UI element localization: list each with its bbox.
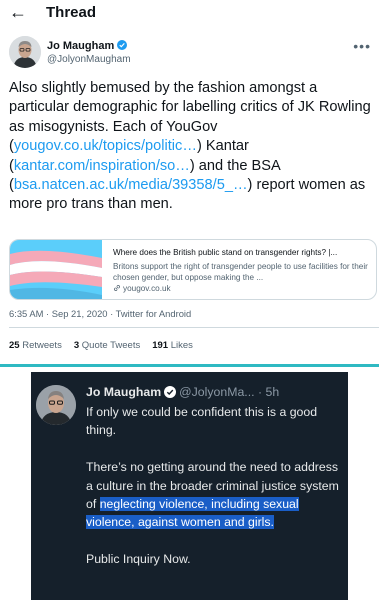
quote-tweets-stat[interactable]: 3 Quote Tweets — [74, 340, 140, 351]
card-title: Where does the British public stand on t… — [113, 248, 338, 257]
verified-icon — [164, 386, 177, 398]
reply-time: · 5h — [257, 385, 280, 399]
thread-header: ← Thread — [0, 0, 379, 26]
reply-paragraph: There’s no getting around the need to ad… — [86, 460, 339, 530]
reply-header: Jo Maugham @JolyonMa... · 5h — [86, 385, 279, 399]
yougov-link[interactable]: yougov.co.uk/topics/politic… — [14, 138, 197, 154]
avatar[interactable] — [36, 385, 76, 425]
tweet-stats: 25 Retweets 3 Quote Tweets 191 Likes — [9, 340, 205, 351]
author-name[interactable]: Jo Maugham — [47, 40, 128, 52]
accent-divider — [0, 364, 379, 367]
more-icon[interactable]: ••• — [353, 38, 371, 54]
divider — [9, 327, 379, 328]
tweet-timestamp[interactable]: 6:35 AM · Sep 21, 2020 · Twitter for And… — [9, 308, 191, 319]
retweets-stat[interactable]: 25 Retweets — [9, 340, 62, 351]
avatar[interactable] — [9, 36, 41, 68]
author-handle[interactable]: @JolyonMaugham — [47, 54, 131, 65]
page-title: Thread — [46, 4, 97, 21]
link-icon — [114, 285, 120, 291]
verified-icon — [117, 40, 128, 50]
author-handle[interactable]: @JolyonMa... — [179, 385, 254, 399]
link-preview-card[interactable]: Where does the British public stand on t… — [9, 239, 377, 300]
card-description: Britons support the right of transgender… — [113, 262, 368, 282]
likes-stat[interactable]: 191 Likes — [152, 340, 193, 351]
reply-screenshot: Jo Maugham @JolyonMa... · 5h If only we c… — [31, 372, 348, 600]
kantar-link[interactable]: kantar.com/inspiration/so… — [14, 158, 190, 174]
tweet-text: Also slightly bemused by the fashion amo… — [9, 80, 371, 213]
card-domain: yougov.co.uk — [113, 284, 171, 293]
bsa-link[interactable]: bsa.natcen.ac.uk/media/39358/5_… — [14, 177, 248, 193]
reply-paragraph: Public Inquiry Now. — [86, 552, 191, 567]
highlighted-text: neglecting violence, including sexual vi… — [86, 497, 299, 530]
reply-text: If only we could be confident this is a … — [86, 403, 344, 587]
author-name[interactable]: Jo Maugham — [86, 385, 161, 399]
reply-paragraph: If only we could be confident this is a … — [86, 405, 318, 438]
arrow-left-icon[interactable]: ← — [9, 1, 27, 23]
transgender-flag-image — [10, 240, 102, 299]
